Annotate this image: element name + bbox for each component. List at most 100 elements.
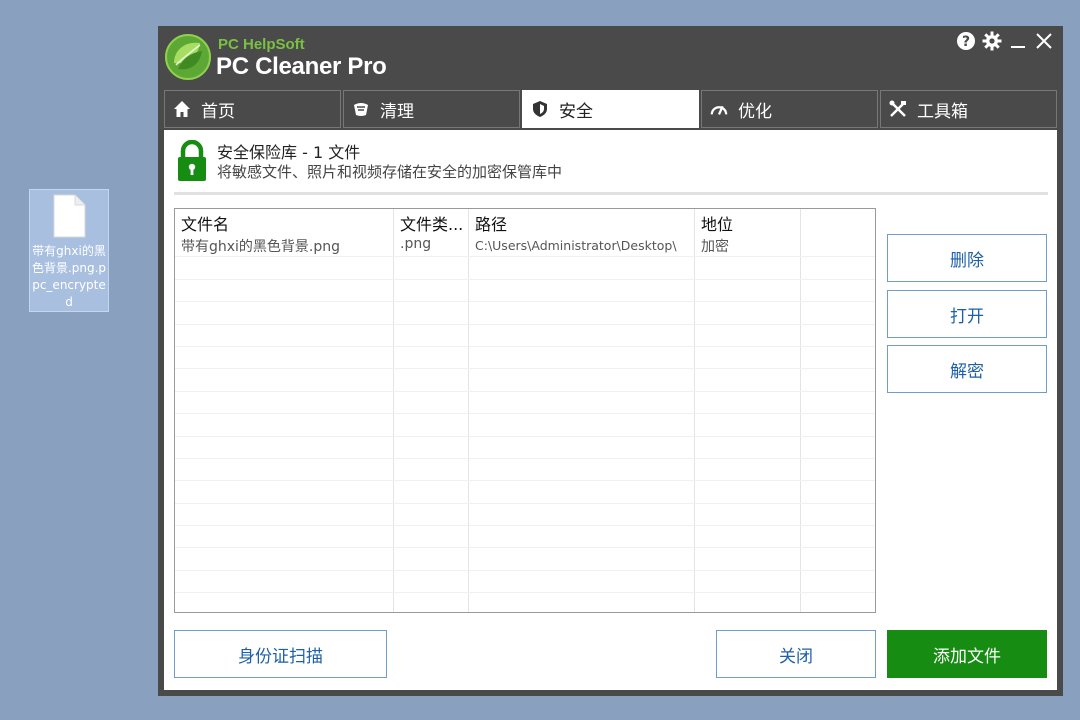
- close-icon[interactable]: [1033, 29, 1055, 53]
- empty-cell: [394, 458, 469, 481]
- empty-cell: [394, 593, 469, 612]
- cell-status: 加密: [695, 235, 801, 257]
- empty-cell: [801, 437, 875, 458]
- security-panel: 安全保险库 - 1 文件 将敏感文件、照片和视频存储在安全的加密保管库中 文件名…: [164, 130, 1057, 690]
- empty-table-row: [175, 302, 875, 325]
- empty-cell: [394, 324, 469, 346]
- empty-cell: [175, 503, 394, 526]
- empty-cell: [175, 369, 394, 391]
- empty-cell: [175, 414, 394, 436]
- empty-cell: [469, 302, 695, 324]
- empty-cell: [801, 571, 875, 592]
- empty-cell: [469, 481, 695, 503]
- help-icon[interactable]: ?: [955, 29, 977, 53]
- desktop-file-label: 带有ghxi的黑色背景.png.ppc_encrypted: [31, 244, 107, 309]
- empty-cell: [801, 414, 875, 435]
- empty-cell: [469, 436, 695, 458]
- tab-security[interactable]: 安全: [522, 90, 699, 128]
- tab-toolbox[interactable]: 工具箱: [880, 90, 1057, 128]
- empty-cell: [175, 593, 394, 612]
- decrypt-button[interactable]: 解密: [887, 345, 1047, 393]
- tab-home[interactable]: 首页: [164, 90, 341, 128]
- open-button[interactable]: 打开: [887, 290, 1047, 338]
- column-header-filetype[interactable]: 文件类...: [394, 209, 469, 235]
- empty-cell: [801, 459, 875, 480]
- empty-cell: [175, 526, 394, 548]
- empty-table-row: [175, 458, 875, 482]
- brand-subtitle: PC HelpSoft: [218, 36, 305, 53]
- broom-icon: [352, 100, 370, 118]
- id-scan-button[interactable]: 身份证扫描: [174, 630, 387, 678]
- column-header-status[interactable]: 地位: [695, 209, 801, 235]
- empty-cell: [469, 391, 695, 414]
- empty-table-row: [175, 570, 875, 594]
- empty-table-row: [175, 593, 875, 612]
- empty-cell: [469, 257, 695, 279]
- window-controls: ?: [955, 28, 1055, 54]
- empty-cell: [175, 279, 394, 302]
- empty-cell: [175, 324, 394, 346]
- cell-path: C:\Users\Administrator\Desktop\: [469, 235, 695, 257]
- tab-clean[interactable]: 清理: [343, 90, 520, 128]
- empty-cell: [801, 369, 875, 390]
- empty-cell: [469, 279, 695, 302]
- empty-cell: [695, 458, 801, 481]
- empty-cell: [695, 279, 801, 302]
- desktop-file-icon[interactable]: 带有ghxi的黑色背景.png.ppc_encrypted: [29, 189, 109, 312]
- empty-table-row: [175, 346, 875, 370]
- minimize-icon[interactable]: [1007, 29, 1029, 53]
- column-header-filename[interactable]: 文件名: [175, 209, 394, 235]
- tab-toolbox-label: 工具箱: [917, 101, 968, 122]
- empty-cell: [175, 481, 394, 503]
- empty-cell: [801, 280, 875, 301]
- vault-title: 安全保险库 - 1 文件: [217, 143, 361, 162]
- empty-cell: [175, 436, 394, 458]
- empty-cell: [175, 391, 394, 414]
- empty-cell: [695, 593, 801, 612]
- empty-cell: [394, 391, 469, 414]
- app-title: PC Cleaner Pro: [216, 53, 387, 80]
- empty-table-row: [175, 369, 875, 392]
- empty-cell: [469, 526, 695, 548]
- empty-cell: [394, 414, 469, 436]
- empty-cell: [469, 570, 695, 593]
- vault-subtitle: 将敏感文件、照片和视频存储在安全的加密保管库中: [217, 163, 563, 181]
- empty-cell: [394, 548, 469, 570]
- empty-cell: [469, 503, 695, 526]
- empty-cell: [801, 325, 875, 346]
- empty-table-row: [175, 414, 875, 437]
- table-header: 文件名 文件类... 路径 地位: [175, 209, 875, 235]
- empty-cell: [801, 392, 875, 413]
- empty-rows: [175, 257, 875, 612]
- empty-cell: [695, 369, 801, 391]
- tools-icon: [889, 100, 907, 118]
- add-file-button[interactable]: 添加文件: [887, 630, 1047, 678]
- column-header-path[interactable]: 路径: [469, 209, 695, 235]
- empty-cell: [801, 593, 875, 612]
- empty-cell: [469, 369, 695, 391]
- tab-optimize-label: 优化: [738, 101, 772, 122]
- empty-cell: [801, 548, 875, 569]
- empty-cell: [175, 458, 394, 481]
- tab-home-label: 首页: [201, 101, 235, 122]
- vault-file-table: 文件名 文件类... 路径 地位 带有ghxi的黑色背景.png .png C:…: [174, 208, 876, 613]
- shield-icon: [531, 100, 549, 118]
- gear-icon[interactable]: [981, 29, 1003, 53]
- empty-cell: [695, 302, 801, 324]
- cell-filetype: .png: [394, 235, 469, 257]
- tab-optimize[interactable]: 优化: [701, 90, 878, 128]
- empty-cell: [695, 257, 801, 279]
- delete-button[interactable]: 删除: [887, 234, 1047, 282]
- empty-cell: [394, 570, 469, 593]
- empty-cell: [695, 436, 801, 458]
- tab-clean-label: 清理: [380, 101, 414, 122]
- close-button[interactable]: 关闭: [716, 630, 876, 678]
- table-row[interactable]: 带有ghxi的黑色背景.png .png C:\Users\Administra…: [175, 235, 875, 258]
- empty-cell: [469, 346, 695, 369]
- empty-cell: [469, 458, 695, 481]
- empty-cell: [695, 570, 801, 593]
- empty-cell: [695, 481, 801, 503]
- empty-cell: [695, 346, 801, 369]
- empty-table-row: [175, 324, 875, 347]
- tab-security-label: 安全: [559, 101, 593, 122]
